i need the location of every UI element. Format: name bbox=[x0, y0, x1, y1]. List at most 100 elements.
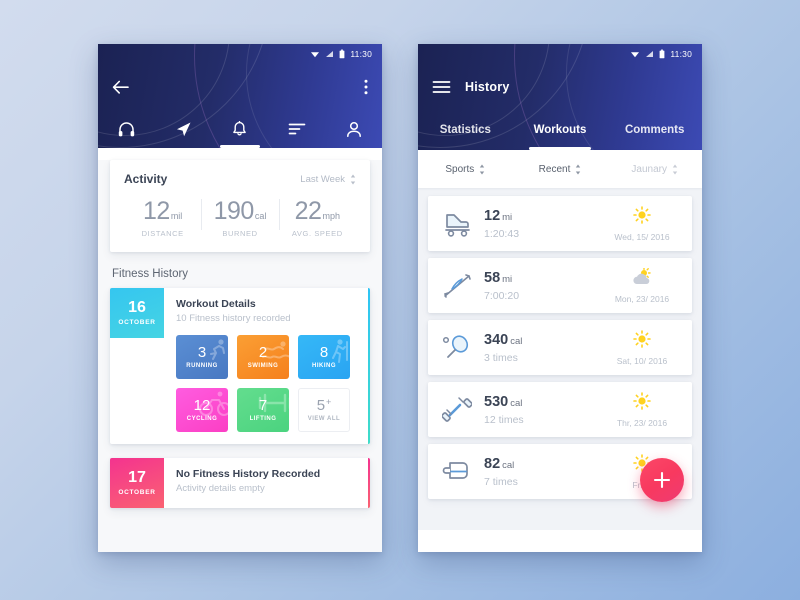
stat-label: DISTANCE bbox=[141, 229, 184, 238]
workout-tile-running[interactable]: 3 RUNNING bbox=[176, 335, 228, 379]
row-metrics: 58 mi 7:00:20 bbox=[480, 269, 604, 302]
filter-month[interactable]: Jaunary bbox=[607, 164, 702, 175]
stat-avg-speed: 22mph AVG. SPEED bbox=[278, 197, 356, 238]
right-content: Sports Recent Jaunary 12 mi 1:20:43 Wed,… bbox=[418, 150, 702, 530]
partly-cloudy-icon bbox=[633, 266, 651, 284]
row-number: 58 bbox=[484, 270, 501, 286]
sunny-icon bbox=[633, 205, 651, 224]
dumbbell-icon bbox=[441, 396, 480, 423]
right-status-bar: 11:30 bbox=[418, 44, 702, 64]
row-number: 340 bbox=[484, 332, 509, 348]
view-all-count: 5 bbox=[316, 397, 326, 414]
sort-updown-icon bbox=[576, 164, 581, 174]
row-unit: cal bbox=[502, 460, 515, 471]
activity-title: Activity bbox=[124, 172, 168, 186]
stat-label: BURNED bbox=[222, 229, 258, 238]
row-metrics: 530 cal 12 times bbox=[480, 393, 604, 426]
activity-range-selector[interactable]: Last Week bbox=[300, 174, 356, 185]
row-weather-date: Sat, 10/ 2016 bbox=[604, 329, 680, 366]
filter-label: Recent bbox=[538, 163, 571, 175]
nav-item-profile[interactable] bbox=[325, 110, 382, 148]
add-workout-fab[interactable] bbox=[640, 458, 684, 502]
row-unit: cal bbox=[510, 398, 523, 409]
more-vertical-icon[interactable] bbox=[364, 79, 368, 95]
row-weather-date: Wed, 15/ 2016 bbox=[604, 205, 680, 242]
row-metrics: 340 cal 3 times bbox=[480, 331, 604, 364]
row-unit: cal bbox=[510, 336, 523, 347]
row-number: 82 bbox=[484, 456, 501, 472]
tab-statistics[interactable]: Statistics bbox=[418, 110, 513, 150]
sunny-icon bbox=[633, 391, 651, 410]
left-status-time: 11:30 bbox=[350, 49, 372, 59]
row-value: 58 mi bbox=[484, 269, 604, 287]
battery-icon bbox=[339, 49, 345, 59]
right-header: 11:30 History Statistics Workouts Commen… bbox=[418, 44, 702, 150]
wifi-icon bbox=[311, 52, 320, 58]
left-status-bar: 11:30 bbox=[98, 44, 382, 64]
left-nav-row bbox=[98, 110, 382, 148]
navigation-arrow-icon bbox=[176, 122, 191, 136]
fitness-history-card-17[interactable]: 17 OCTOBER No Fitness History Recorded A… bbox=[110, 458, 370, 508]
signal-icon bbox=[326, 51, 334, 57]
workout-tile-view-all[interactable]: 5+ VIEW ALL bbox=[298, 388, 350, 432]
wifi-icon bbox=[631, 52, 640, 58]
row-subtext: 7:00:20 bbox=[484, 290, 520, 302]
hamburger-menu-icon[interactable] bbox=[432, 80, 451, 94]
nav-active-underline bbox=[219, 145, 260, 148]
table-row[interactable]: 12 mi 1:20:43 Wed, 15/ 2016 bbox=[428, 196, 692, 251]
signal-icon bbox=[646, 51, 654, 57]
date-month: OCTOBER bbox=[118, 319, 156, 326]
back-arrow-icon[interactable] bbox=[112, 80, 129, 95]
row-weather-date: Thr, 23/ 2016 bbox=[604, 391, 680, 428]
date-day: 16 bbox=[128, 299, 146, 316]
tab-comments[interactable]: Comments bbox=[607, 110, 702, 150]
table-row[interactable]: 530 cal 12 times Thr, 23/ 2016 bbox=[428, 382, 692, 437]
tab-bar: Statistics Workouts Comments bbox=[418, 110, 702, 150]
stat-unit: mph bbox=[322, 211, 340, 221]
page-title: History bbox=[465, 80, 510, 94]
stat-label: AVG. SPEED bbox=[291, 229, 343, 238]
row-value: 12 mi bbox=[484, 207, 604, 225]
fitness-history-body: Workout Details 10 Fitness history recor… bbox=[164, 288, 370, 444]
row-date: Wed, 15/ 2016 bbox=[614, 231, 670, 242]
workout-tile-cycling[interactable]: 12 CYCLING bbox=[176, 388, 228, 432]
table-row[interactable]: 58 mi 7:00:20 Mon, 23/ 2016 bbox=[428, 258, 692, 313]
row-metrics: 82 cal 7 times bbox=[480, 455, 604, 488]
nav-item-notifications[interactable] bbox=[212, 110, 269, 148]
workout-tile-label: RUNNING bbox=[186, 363, 218, 369]
row-subtext: 7 times bbox=[484, 476, 518, 488]
kayak-icon bbox=[442, 273, 480, 299]
row-value: 530 cal bbox=[484, 393, 604, 411]
fitness-history-body: No Fitness History Recorded Activity det… bbox=[164, 458, 370, 508]
row-date: Mon, 23/ 2016 bbox=[614, 293, 670, 304]
activity-card: Activity Last Week 12mil DISTANCE 190cal… bbox=[110, 160, 370, 252]
workout-tile-hiking[interactable]: 8 HIKING bbox=[298, 335, 350, 379]
stat-burned: 190cal BURNED bbox=[201, 197, 278, 238]
filter-label: Jaunary bbox=[631, 163, 667, 175]
nav-item-headphones[interactable] bbox=[98, 110, 155, 148]
filter-label: Sports bbox=[445, 163, 475, 175]
row-date: Thr, 23/ 2016 bbox=[616, 417, 668, 428]
row-number: 530 bbox=[484, 394, 509, 410]
filter-recent[interactable]: Recent bbox=[513, 164, 608, 175]
row-number: 12 bbox=[484, 208, 501, 224]
fitness-history-title: Fitness History bbox=[112, 268, 189, 280]
stat-number: 12 bbox=[143, 197, 170, 225]
fitness-history-card-16[interactable]: 16 OCTOBER Workout Details 10 Fitness hi… bbox=[110, 288, 370, 444]
date-badge: 17 OCTOBER bbox=[110, 458, 164, 508]
workout-tile-lifting[interactable]: 7 LIFTING bbox=[237, 388, 289, 432]
tab-workouts[interactable]: Workouts bbox=[513, 110, 608, 150]
workout-tile-swiming[interactable]: 2 SWIMING bbox=[237, 335, 289, 379]
workout-tile-label: LIFTING bbox=[249, 416, 277, 422]
nav-item-navigation[interactable] bbox=[155, 110, 212, 148]
table-row[interactable]: 340 cal 3 times Sat, 10/ 2016 bbox=[428, 320, 692, 375]
stat-number: 22 bbox=[294, 197, 322, 225]
roller-skate-icon bbox=[442, 211, 480, 237]
row-value: 340 cal bbox=[484, 331, 604, 349]
sort-updown-icon bbox=[672, 164, 678, 174]
filter-sports[interactable]: Sports bbox=[418, 164, 513, 175]
racket-icon bbox=[442, 334, 480, 361]
left-header: 11:30 bbox=[98, 44, 382, 148]
nav-item-sort[interactable] bbox=[268, 110, 325, 148]
punch-bag-icon bbox=[442, 459, 480, 485]
